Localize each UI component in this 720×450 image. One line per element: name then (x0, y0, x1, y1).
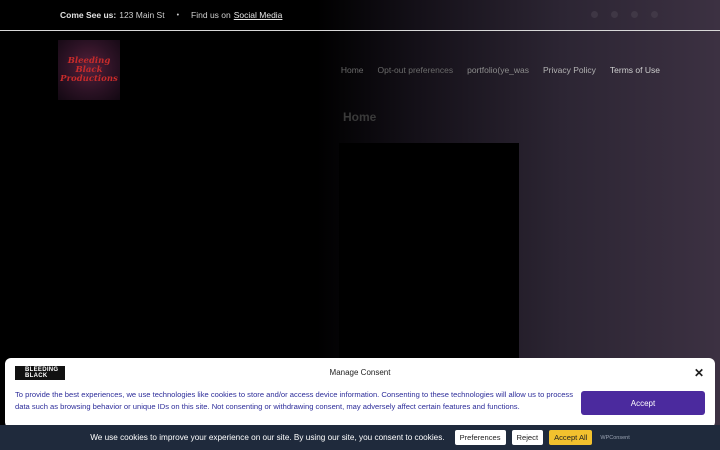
wpconsent-brand: WPConsent (600, 434, 630, 441)
nav-item-privacy[interactable]: Privacy Policy (543, 65, 596, 75)
cookie-message: We use cookies to improve your experienc… (90, 433, 445, 442)
video-embed[interactable] (339, 143, 519, 359)
accept-button[interactable]: Accept (581, 391, 705, 415)
top-info-bar: Come See us: 123 Main St • Find us on So… (0, 0, 720, 31)
instagram-icon[interactable] (631, 11, 638, 18)
visit-label: Come See us: (60, 10, 117, 20)
consent-dialog: BLEEDING BLACK Manage Consent ✕ To provi… (5, 358, 715, 428)
social-icons (591, 11, 658, 18)
close-icon[interactable]: ✕ (694, 366, 704, 380)
cookie-bar: We use cookies to improve your experienc… (0, 425, 720, 450)
nav-item-opt-out[interactable]: Opt-out preferences (378, 65, 454, 75)
consent-title: Manage Consent (329, 368, 391, 377)
site-logo[interactable]: Bleeding Black Productions (58, 40, 120, 100)
consent-text: To provide the best experiences, we use … (15, 390, 574, 411)
find-us-text: Find us on (191, 10, 231, 20)
reject-button[interactable]: Reject (511, 430, 544, 445)
youtube-icon[interactable] (651, 11, 658, 18)
nav-item-terms[interactable]: Terms of Use (610, 65, 660, 75)
preferences-button[interactable]: Preferences (454, 430, 506, 445)
social-media-link[interactable]: Social Media (234, 10, 283, 20)
page-title: Home (343, 110, 377, 124)
nav-item-portfolio[interactable]: portfolio(ye_was (467, 65, 529, 75)
nav-item-home[interactable]: Home (341, 65, 364, 75)
separator-dot: • (176, 11, 180, 19)
accept-all-button[interactable]: Accept All (549, 430, 593, 445)
address-text: 123 Main St (119, 10, 165, 20)
twitter-icon[interactable] (611, 11, 618, 18)
facebook-icon[interactable] (591, 11, 598, 18)
main-nav: Home Opt-out preferences portfolio(ye_wa… (341, 65, 660, 75)
